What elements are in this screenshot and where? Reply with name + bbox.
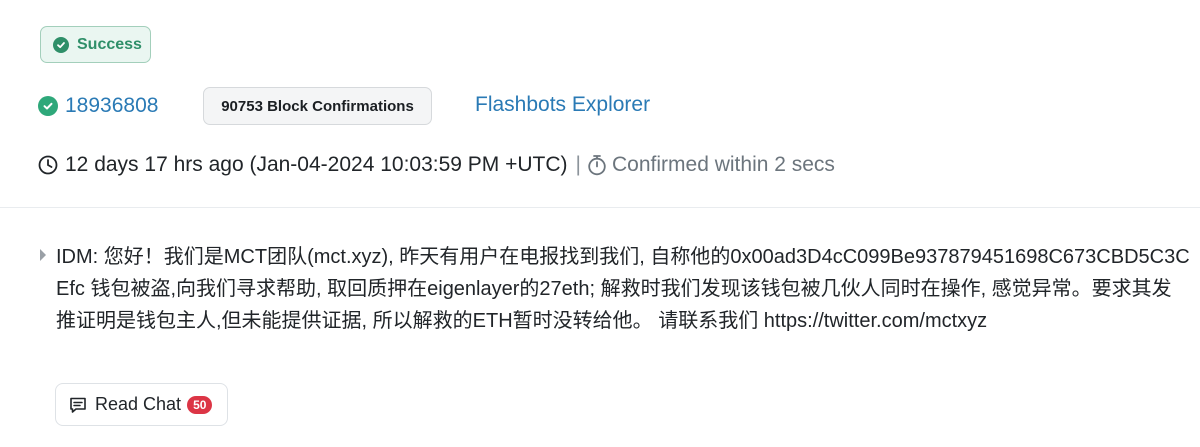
check-circle-icon	[53, 36, 69, 53]
chat-icon	[68, 395, 88, 415]
read-chat-button[interactable]: Read Chat 50	[55, 383, 228, 426]
status-label: Success	[77, 35, 142, 53]
block-number-link[interactable]: 18936808	[65, 94, 158, 118]
caret-right-icon[interactable]	[40, 249, 46, 261]
read-chat-label: Read Chat	[95, 394, 182, 414]
separator: |	[575, 153, 582, 176]
input-message-text: IDM: 您好！我们是MCT团队(mct.xyz), 昨天有用户在电报找到我们,…	[56, 246, 1190, 332]
status-badge: Success	[40, 26, 151, 63]
input-message: IDM: 您好！我们是MCT团队(mct.xyz), 昨天有用户在电报找到我们,…	[40, 241, 1200, 337]
clock-icon	[38, 155, 58, 175]
flashbots-explorer-link[interactable]: Flashbots Explorer	[475, 93, 650, 117]
section-divider	[0, 207, 1200, 208]
confirmed-within-text: Confirmed within 2 secs	[612, 153, 835, 176]
check-circle-icon	[38, 96, 58, 116]
block-confirmations-badge: 90753 Block Confirmations	[203, 87, 432, 125]
timestamp-text: 12 days 17 hrs ago (Jan-04-2024 10:03:59…	[65, 153, 568, 176]
chat-count-badge: 50	[187, 395, 213, 414]
stopwatch-icon	[587, 154, 607, 176]
timestamp-row: 12 days 17 hrs ago (Jan-04-2024 10:03:59…	[38, 153, 835, 177]
block-row: 18936808	[38, 87, 158, 125]
